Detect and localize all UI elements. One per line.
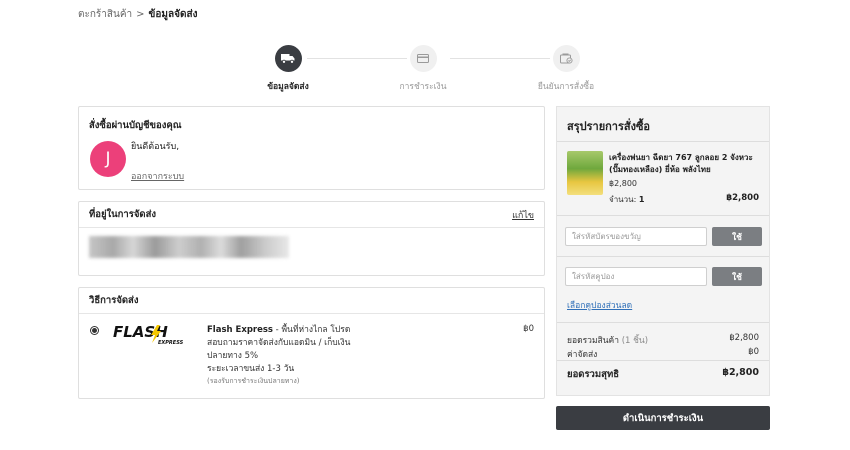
product-line-total: ฿2,800 bbox=[726, 193, 759, 203]
shipping-panel-header: วิธีการจัดส่ง bbox=[79, 288, 544, 314]
breadcrumb-separator: > bbox=[136, 9, 145, 20]
shipping-detail-line: สอบถามราคาจัดส่งกับแอดมิน / เก็บเงิน bbox=[207, 338, 351, 348]
grand-total-label: ยอดรวมสุทธิ bbox=[567, 369, 619, 380]
shipping-fee-label: ค่าจัดส่ง bbox=[567, 350, 598, 360]
logout-link[interactable]: ออกจากระบบ bbox=[131, 169, 184, 183]
coupon-code-input[interactable] bbox=[565, 267, 707, 286]
apply-coupon-button[interactable]: ใช้ bbox=[712, 267, 762, 286]
logo-subtext: EXPRESS bbox=[158, 340, 184, 346]
divider bbox=[557, 215, 769, 216]
shipping-detail-line: ปลายทาง 5% bbox=[207, 351, 259, 361]
order-summary-panel: สรุปรายการสั่งซื้อ เครื่องพ่นยา ฉีดยา 76… bbox=[556, 106, 770, 396]
shipping-provider-name: Flash Express bbox=[207, 325, 273, 335]
welcome-text: ยินดีต้อนรับ, bbox=[131, 142, 180, 152]
step-label: การชำระเงิน bbox=[399, 82, 447, 92]
shipping-cod-note: (รองรับการชำระเงินปลายทาง) bbox=[207, 377, 300, 385]
account-panel: สั่งซื้อผ่านบัญชีของคุณ J ยินดีต้อนรับ, … bbox=[78, 106, 545, 190]
breadcrumb: ตะกร้าสินค้า > ข้อมูลจัดส่ง bbox=[78, 7, 197, 22]
shipping-option-radio[interactable] bbox=[90, 326, 99, 335]
shipping-fee-row: ค่าจัดส่ง ฿0 bbox=[567, 347, 759, 361]
truck-icon bbox=[274, 45, 302, 72]
divider bbox=[557, 360, 769, 361]
address-panel: ที่อยู่ในการจัดส่ง แก้ไข bbox=[78, 201, 545, 276]
breadcrumb-cart-link[interactable]: ตะกร้าสินค้า bbox=[78, 7, 132, 22]
product-thumbnail bbox=[567, 151, 603, 195]
divider bbox=[557, 141, 769, 142]
shipping-provider-desc: - พื้นที่ห่างไกล โปรด bbox=[272, 325, 351, 335]
grand-total-value: ฿2,800 bbox=[722, 367, 759, 378]
shipping-detail-line: ระยะเวลาขนส่ง 1-3 วัน bbox=[207, 364, 295, 374]
product-name: เครื่องพ่นยา ฉีดยา 767 ลูกลอย 2 จังหวะ (… bbox=[609, 153, 753, 174]
divider bbox=[557, 322, 769, 323]
select-coupon-link[interactable]: เลือกคูปองส่วนลด bbox=[567, 298, 632, 312]
step-label: ข้อมูลจัดส่ง bbox=[267, 82, 309, 92]
product-unit-price: ฿2,800 bbox=[609, 179, 637, 188]
shipping-method-panel: วิธีการจัดส่ง FLASH EXPRESS Flash Expres… bbox=[78, 287, 545, 399]
redacted-address bbox=[89, 236, 289, 258]
shipping-fee-value: ฿0 bbox=[748, 347, 759, 357]
shipping-option-details: Flash Express - พื้นที่ห่างไกล โปรด สอบถ… bbox=[207, 324, 351, 387]
gift-card-input[interactable] bbox=[565, 227, 707, 246]
edit-address-link[interactable]: แก้ไข bbox=[512, 208, 534, 222]
proceed-to-payment-button[interactable]: ดำเนินการชำระเงิน bbox=[556, 406, 770, 430]
flash-express-logo: FLASH EXPRESS bbox=[113, 323, 184, 346]
step-confirm-order: ยืนยันการสั่งซื้อ bbox=[511, 45, 621, 93]
step-shipping-info: ข้อมูลจัดส่ง bbox=[233, 45, 343, 93]
address-panel-title: ที่อยู่ในการจัดส่ง bbox=[89, 209, 157, 220]
shipping-panel-title: วิธีการจัดส่ง bbox=[89, 295, 139, 306]
subtotal-value: ฿2,800 bbox=[729, 333, 759, 343]
step-payment: การชำระเงิน bbox=[368, 45, 478, 93]
grand-total-row: ยอดรวมสุทธิ ฿2,800 bbox=[567, 367, 759, 382]
credit-card-icon bbox=[409, 45, 437, 72]
avatar: J bbox=[90, 141, 126, 177]
order-summary-title: สรุปรายการสั่งซื้อ bbox=[567, 120, 651, 133]
account-panel-title: สั่งซื้อผ่านบัญชีของคุณ bbox=[89, 120, 182, 131]
step-label: ยืนยันการสั่งซื้อ bbox=[537, 82, 595, 92]
quantity-value: 1 bbox=[638, 195, 645, 204]
apply-gift-card-button[interactable]: ใช้ bbox=[712, 227, 762, 246]
subtotal-item-count: (1 ชิ้น) bbox=[621, 336, 649, 346]
product-quantity: จำนวน: 1 bbox=[609, 193, 644, 206]
checkout-icon bbox=[552, 45, 580, 72]
subtotal-row: ยอดรวมสินค้า (1 ชิ้น) ฿2,800 bbox=[567, 333, 759, 347]
address-panel-header: ที่อยู่ในการจัดส่ง แก้ไข bbox=[79, 202, 544, 228]
quantity-label: จำนวน: bbox=[609, 195, 637, 204]
divider bbox=[557, 256, 769, 257]
breadcrumb-current: ข้อมูลจัดส่ง bbox=[148, 9, 198, 20]
subtotal-label: ยอดรวมสินค้า bbox=[567, 336, 620, 346]
shipping-option-price: ฿0 bbox=[523, 324, 534, 334]
